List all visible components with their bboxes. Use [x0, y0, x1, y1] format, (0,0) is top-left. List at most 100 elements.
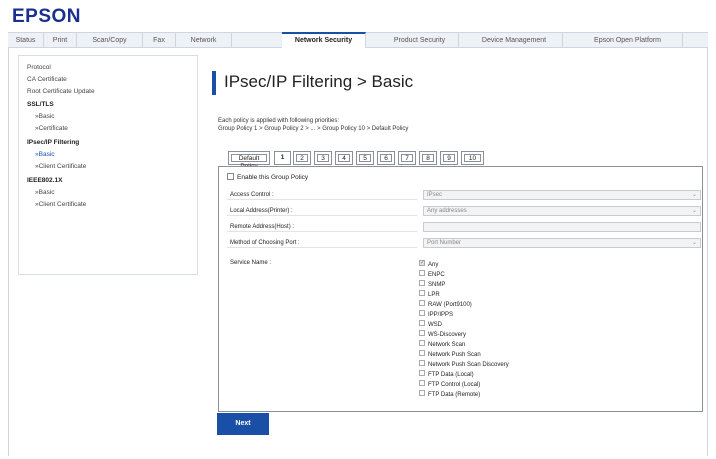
sidebar-item-ssl-certificate[interactable]: »Certificate — [35, 125, 68, 132]
tab-fax[interactable]: Fax — [143, 33, 176, 48]
access-control-select[interactable]: IPsec ⌄ — [423, 190, 701, 200]
service-ftp-data-local[interactable]: FTP Data (Local) — [419, 370, 474, 380]
sidebar: Protocol CA Certificate Root Certificate… — [18, 55, 198, 275]
service-network-push-scan[interactable]: Network Push Scan — [419, 350, 481, 360]
service-name-label: Service Name : — [230, 260, 272, 266]
policy-tab-10[interactable]: 10 — [461, 151, 484, 165]
service-checkbox[interactable] — [419, 310, 425, 317]
service-ftp-data-remote[interactable]: FTP Data (Remote) — [419, 390, 480, 400]
service-label: Network Push Scan Discovery — [428, 362, 509, 368]
tab-device-management[interactable]: Device Management — [466, 33, 563, 48]
service-checkbox[interactable] — [419, 330, 425, 337]
policy-tab-1[interactable]: 1 — [274, 151, 291, 165]
service-label: IPP/IPPS — [428, 312, 454, 318]
header: EPSON — [0, 0, 716, 32]
service-label: LPR — [428, 292, 440, 298]
tab-print[interactable]: Print — [44, 33, 77, 48]
sidebar-heading-ieee8021x: IEEE802.1X — [27, 177, 63, 184]
service-snmp[interactable]: SNMP — [419, 280, 446, 290]
remote-address-row: Remote Address(Host) : — [227, 222, 701, 232]
service-checkbox[interactable] — [419, 300, 425, 307]
policy-tab-7[interactable]: 7 — [398, 151, 416, 165]
service-checkbox[interactable] — [419, 340, 425, 347]
service-checkbox[interactable] — [419, 280, 425, 287]
remote-address-input[interactable] — [423, 222, 701, 232]
service-checkbox[interactable] — [419, 360, 425, 367]
service-label: WS-Discovery — [428, 332, 467, 338]
sidebar-item-ipsec-basic[interactable]: »Basic — [35, 151, 55, 158]
policy-tab-label: 9 — [443, 154, 455, 162]
service-label: ENPC — [428, 272, 445, 278]
service-label: Network Scan — [428, 342, 466, 348]
chevron-down-icon: ⌄ — [691, 208, 697, 214]
description-line-1: Each policy is applied with following pr… — [218, 118, 340, 124]
title-accent-bar — [212, 71, 216, 95]
local-address-select[interactable]: Any addresses ⌄ — [423, 206, 701, 216]
service-network-scan[interactable]: Network Scan — [419, 340, 466, 350]
policy-tab-5[interactable]: 5 — [356, 151, 374, 165]
service-any[interactable]: Any — [419, 259, 438, 270]
policy-tab-label: 2 — [296, 154, 308, 162]
tab-network[interactable]: Network — [176, 33, 232, 48]
service-checkbox[interactable] — [419, 259, 425, 267]
service-checkbox[interactable] — [419, 380, 425, 387]
policy-tab-label: 3 — [317, 154, 329, 162]
service-checkbox[interactable] — [419, 350, 425, 357]
policy-tab-label: 4 — [338, 154, 350, 162]
policy-tab-label: 7 — [401, 154, 413, 162]
service-wsd[interactable]: WSD — [419, 320, 442, 330]
service-checkbox[interactable] — [419, 270, 425, 277]
service-checkbox[interactable] — [419, 390, 425, 397]
policy-tab-6[interactable]: 6 — [377, 151, 395, 165]
policy-tab-3[interactable]: 3 — [314, 151, 332, 165]
chevron-down-icon: ⌄ — [691, 192, 697, 198]
sidebar-item-ieee-basic[interactable]: »Basic — [35, 189, 55, 196]
tab-scan-copy[interactable]: Scan/Copy — [77, 33, 143, 48]
port-method-select[interactable]: Port Number ⌄ — [423, 238, 701, 248]
service-network-push-scan-discovery[interactable]: Network Push Scan Discovery — [419, 360, 509, 370]
service-checkbox[interactable] — [419, 290, 425, 297]
service-ftp-control-local[interactable]: FTP Control (Local) — [419, 380, 481, 390]
service-checkbox[interactable] — [419, 320, 425, 327]
service-lpr[interactable]: LPR — [419, 290, 440, 300]
policy-tab-label: 10 — [464, 154, 481, 162]
port-method-value: Port Number — [427, 240, 462, 246]
sidebar-item-ssl-basic[interactable]: »Basic — [35, 113, 55, 120]
access-control-value: IPsec — [427, 192, 443, 198]
sidebar-item-ieee-client-certificate[interactable]: »Client Certificate — [35, 201, 86, 208]
enable-group-policy-row[interactable]: Enable this Group Policy — [227, 173, 309, 182]
local-address-row: Local Address(Printer) : Any addresses ⌄ — [227, 206, 701, 216]
policy-tab-label: 5 — [359, 154, 371, 162]
tab-product-security[interactable]: Product Security — [381, 33, 459, 48]
enable-group-policy-label: Enable this Group Policy — [237, 174, 309, 182]
sidebar-item-ipsec-client-certificate[interactable]: »Client Certificate — [35, 163, 86, 170]
service-label: FTP Control (Local) — [428, 382, 481, 388]
sidebar-item-protocol[interactable]: Protocol — [27, 64, 51, 71]
tab-status[interactable]: Status — [8, 33, 44, 48]
top-navigation: Status Print Scan/Copy Fax Network Netwo… — [8, 32, 708, 49]
policy-tab-9[interactable]: 9 — [440, 151, 458, 165]
policy-tab-4[interactable]: 4 — [335, 151, 353, 165]
service-ipp[interactable]: IPP/IPPS — [419, 310, 454, 320]
sidebar-item-ca-certificate[interactable]: CA Certificate — [27, 76, 67, 83]
service-label: SNMP — [428, 282, 446, 288]
policy-settings-panel: Enable this Group Policy Access Control … — [218, 166, 703, 412]
service-label: Network Push Scan — [428, 352, 481, 358]
tab-epson-open-platform[interactable]: Epson Open Platform — [573, 33, 683, 48]
policy-tab-default[interactable]: Default Policy — [228, 151, 270, 170]
service-checkbox[interactable] — [419, 370, 425, 377]
service-enpc[interactable]: ENPC — [419, 270, 445, 280]
policy-tab-2[interactable]: 2 — [293, 151, 311, 165]
local-address-label: Local Address(Printer) : — [227, 206, 417, 216]
service-raw[interactable]: RAW (Port9100) — [419, 300, 472, 310]
service-ws-discovery[interactable]: WS-Discovery — [419, 330, 467, 340]
policy-tab-label: 6 — [380, 154, 392, 162]
tab-network-security[interactable]: Network Security — [282, 32, 366, 49]
next-button[interactable]: Next — [217, 413, 269, 435]
enable-group-policy-checkbox[interactable] — [227, 173, 234, 180]
policy-tab-8[interactable]: 8 — [419, 151, 437, 165]
policy-tab-label: 1 — [280, 154, 285, 161]
access-control-label: Access Control : — [227, 190, 417, 200]
sidebar-item-root-certificate-update[interactable]: Root Certificate Update — [27, 88, 95, 95]
remote-address-label: Remote Address(Host) : — [227, 222, 417, 232]
